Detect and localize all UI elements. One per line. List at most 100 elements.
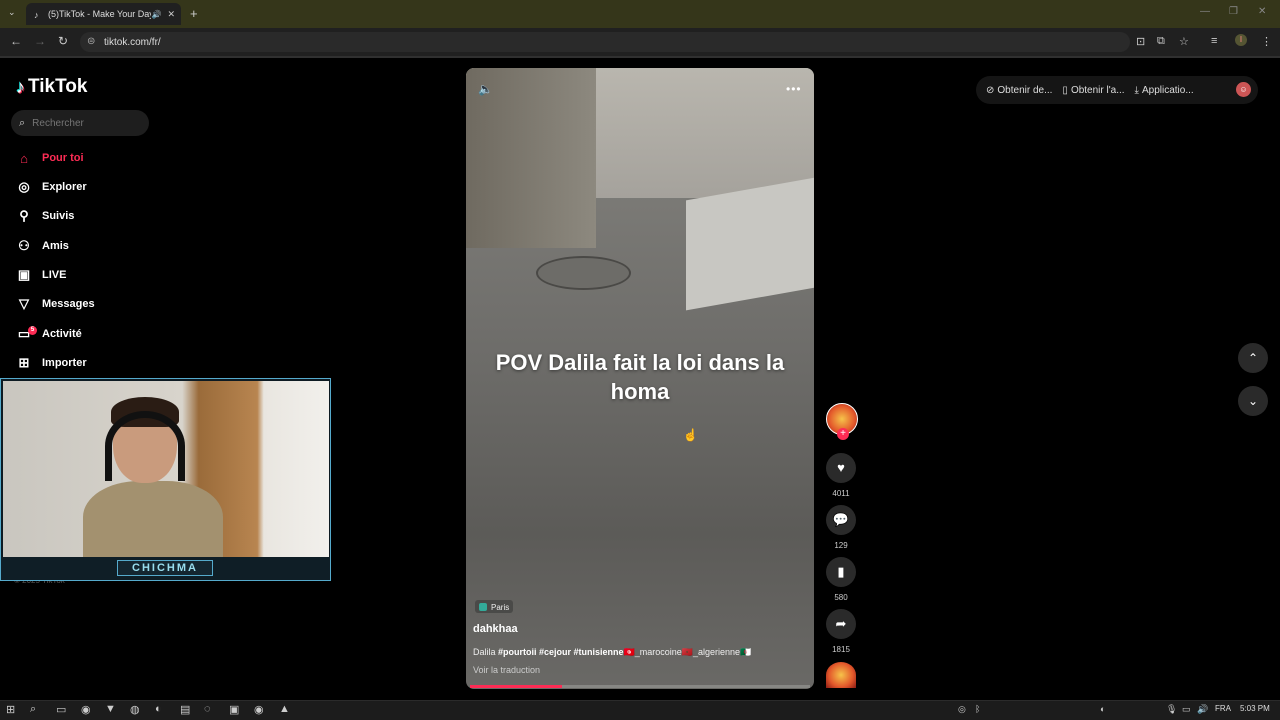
steam-icon[interactable]: ◐ <box>155 703 162 715</box>
video-author[interactable]: dahkhaa <box>473 623 518 635</box>
chrome-icon[interactable]: ◉ <box>81 703 91 716</box>
app2-icon[interactable]: ▣ <box>229 703 239 716</box>
volume-icon[interactable]: 🔈 <box>478 82 493 96</box>
coin-icon: ⊘ <box>986 84 995 96</box>
sidebar-item-label: Messages <box>42 298 95 310</box>
windows-start-icon[interactable]: ⊞ <box>6 703 15 716</box>
install-app-icon[interactable]: ⧉ <box>1157 35 1165 48</box>
site-info-icon[interactable]: ⊜ <box>87 36 95 47</box>
tiktok-logo[interactable]: ♪ TikTok <box>16 76 87 98</box>
url-field[interactable]: ⊜ tiktok.com/fr/ <box>80 32 1130 52</box>
sidebar-item-amis[interactable]: ⚇ Amis <box>16 235 69 257</box>
search-box[interactable]: ⌕ <box>11 110 149 136</box>
get-app-label: Obtenir l'a... <box>1070 84 1125 96</box>
whatsapp-tray-icon[interactable]: ◎ <box>958 704 966 715</box>
video-progress-fill <box>470 685 562 688</box>
menu-kebab-icon[interactable]: ⋮ <box>1261 35 1272 48</box>
sidebar-item-live[interactable]: ▣ LIVE <box>16 264 67 286</box>
language-indicator[interactable]: FRA <box>1215 704 1231 713</box>
comment-button[interactable]: 💬 <box>826 505 856 535</box>
more-options-icon[interactable]: ••• <box>786 82 802 96</box>
share-button[interactable]: ➦ <box>826 609 856 639</box>
description-suffix: 🇹🇳_marocoine🇲🇦_algerienne🇩🇿 <box>623 647 752 657</box>
previous-video-button[interactable]: ⌃ <box>1238 343 1268 373</box>
new-tab-icon[interactable]: + <box>190 6 198 21</box>
profile-avatar[interactable]: I <box>1235 34 1247 46</box>
bookmark-icon: ▮ <box>837 564 845 579</box>
music-disc-avatar[interactable] <box>826 662 856 688</box>
get-app-button[interactable]: ▯ Obtenir l'a... <box>1062 85 1124 96</box>
steam-tray-icon[interactable]: ◐ <box>1100 704 1105 714</box>
back-icon[interactable]: ← <box>10 34 22 48</box>
video-progress-bar[interactable] <box>470 685 810 688</box>
discord-icon[interactable]: ◍ <box>130 703 140 716</box>
follow-plus-icon[interactable]: + <box>837 428 849 440</box>
like-count: 4011 <box>832 489 850 498</box>
webcam-overlay: CHICHMA <box>0 378 331 581</box>
streamer <box>83 397 223 557</box>
app3-icon[interactable]: ▲ <box>279 703 290 715</box>
tab-close-icon[interactable]: ✕ <box>167 9 175 20</box>
minimize-icon[interactable]: — <box>1200 6 1210 17</box>
hashtags[interactable]: #pourtoii #cejour #tunisienne <box>498 647 624 657</box>
hand-cursor-icon: ☝ <box>683 428 698 442</box>
browser-tab[interactable]: ♪ (5)TikTok - Make Your Day 🔊 ✕ <box>26 3 181 25</box>
taskbar-search-icon[interactable]: ⌕ <box>30 703 36 716</box>
translate-icon[interactable]: ⊡ <box>1136 35 1145 48</box>
chrome2-icon[interactable]: ◉ <box>254 703 264 716</box>
file-explorer-icon[interactable]: ▭ <box>56 703 66 716</box>
url-text: tiktok.com/fr/ <box>104 36 161 48</box>
sidebar-item-pour-toi[interactable]: ⌂ Pour toi <box>16 147 84 169</box>
sidebar-item-activite[interactable]: ▭ 5 Activité <box>16 323 82 345</box>
chevron-up-icon: ⌃ <box>1247 351 1259 365</box>
maximize-icon[interactable]: ❐ <box>1229 6 1238 17</box>
description-text: Dalila <box>473 647 496 657</box>
sidebar-item-suivis[interactable]: ⚲ Suivis <box>16 205 74 227</box>
comment-count: 129 <box>834 541 848 550</box>
download-icon: ⤓ <box>1134 84 1139 96</box>
video-description: Dalila #pourtoii #cejour #tunisienne🇹🇳_m… <box>473 647 751 658</box>
get-coins-button[interactable]: ⊘ Obtenir de... <box>986 85 1052 96</box>
reload-icon[interactable]: ↻ <box>58 34 68 48</box>
location-tag[interactable]: Paris <box>475 600 514 613</box>
sidebar-item-label: Activité <box>42 328 82 340</box>
streamer-name: CHICHMA <box>117 560 213 576</box>
top-right-actions: ⊘ Obtenir de... ▯ Obtenir l'a... ⤓ Applicat… <box>976 76 1258 104</box>
user-avatar[interactable]: ☺ <box>1236 82 1251 97</box>
sidebar-item-importer[interactable]: ⊞ Importer <box>16 352 87 374</box>
tab-audio-icon[interactable]: 🔊 <box>151 10 161 19</box>
save-button[interactable]: ▮ <box>826 557 856 587</box>
search-input[interactable] <box>32 117 133 129</box>
search-icon: ⌕ <box>19 116 26 129</box>
obs-icon[interactable]: ◌ <box>204 703 211 715</box>
speaker-tray-icon[interactable]: 🔊 <box>1197 704 1208 715</box>
sidebar-item-label: Suivis <box>42 210 75 222</box>
tiktok-favicon-icon: ♪ <box>34 9 39 20</box>
sidebar-item-explorer[interactable]: ◎ Explorer <box>16 176 86 198</box>
sidebar-item-label: Importer <box>42 357 87 369</box>
sidebar-item-label: Pour toi <box>42 152 84 164</box>
sidebar-item-messages[interactable]: ▽ Messages <box>16 293 95 315</box>
see-translation-link[interactable]: Voir la traduction <box>473 665 540 675</box>
like-button[interactable]: ♥ <box>826 453 856 483</box>
reading-list-icon[interactable]: ≡ <box>1211 35 1217 47</box>
network-tray-icon[interactable]: ▭ <box>1182 704 1191 715</box>
forward-icon[interactable]: → <box>34 34 46 48</box>
close-window-icon[interactable]: ✕ <box>1258 6 1266 17</box>
desktop-app-label: Applicatio... <box>1141 84 1194 96</box>
desktop-app-button[interactable]: ⤓ Applicatio... <box>1135 85 1194 96</box>
app-icon[interactable]: ▤ <box>180 703 190 716</box>
location-text: Paris <box>491 602 510 612</box>
next-video-button[interactable]: ⌄ <box>1238 386 1268 416</box>
tab-search-icon[interactable]: ⌄ <box>8 7 16 18</box>
clock[interactable]: 5:03 PM <box>1240 704 1270 713</box>
video-caption-overlay: POV Dalila fait la loi dans la homa <box>495 350 785 404</box>
creator-avatar[interactable]: + <box>826 403 858 440</box>
headphones-icon <box>105 411 185 481</box>
brave-icon[interactable]: ▼ <box>105 703 116 715</box>
messages-icon: ▽ <box>19 296 29 311</box>
live-icon: ▣ <box>17 267 31 282</box>
bookmark-star-icon[interactable]: ☆ <box>1179 35 1189 48</box>
mic-tray-icon[interactable]: 🎙 <box>1166 704 1177 715</box>
bluetooth-tray-icon[interactable]: ᛒ <box>975 704 980 714</box>
